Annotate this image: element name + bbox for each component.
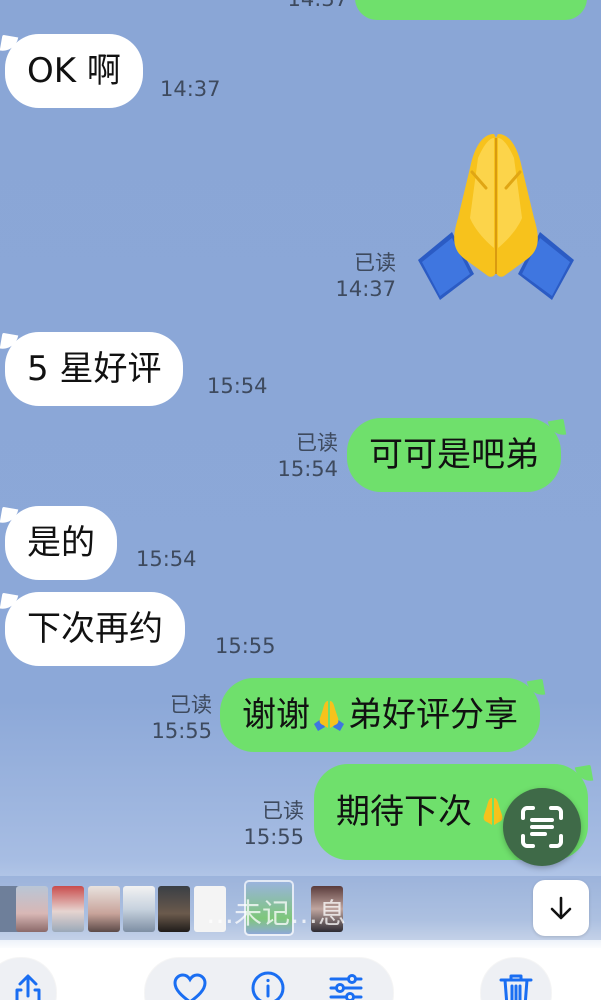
message-bubble-incoming[interactable]: 是的 (5, 506, 117, 580)
live-text-scan-icon (521, 806, 563, 848)
thumbnail-strip[interactable]: …未记…息 (0, 876, 601, 940)
adjust-button[interactable] (326, 968, 366, 1000)
time-label: 15:54 (207, 374, 268, 398)
time-label: 14:37 (268, 0, 348, 12)
message-text: 下次再约 (27, 609, 163, 649)
read-receipt: 已读 (262, 799, 304, 823)
thumbnail[interactable] (123, 886, 155, 932)
message-meta: 已读 15:54 (250, 430, 338, 482)
time-label: 15:55 (243, 825, 304, 849)
read-receipt: 已读 (296, 431, 338, 455)
message-text: 可可是吧弟 (369, 435, 539, 475)
time-label: 14:37 (160, 77, 221, 101)
info-icon (251, 971, 285, 1000)
message-text-start: 谢谢 (242, 695, 310, 735)
delete-button[interactable] (481, 958, 551, 1000)
thumbnail-overlay-text: …未记…息 (206, 897, 347, 930)
arrow-down-icon (550, 896, 572, 920)
sliders-icon (329, 974, 363, 1000)
thumbnail[interactable] (52, 886, 84, 932)
message-text: 期待下次 (336, 792, 472, 832)
message-meta: 已读 14:37 (300, 250, 396, 302)
read-receipt: 已读 (354, 251, 396, 275)
info-button[interactable] (248, 968, 288, 1000)
message-bubble-outgoing[interactable]: 可可是吧弟 (347, 418, 561, 492)
message-time: 14:37 (160, 76, 221, 102)
message-time: 15:54 (207, 373, 268, 399)
message-bubble-outgoing[interactable]: 谢谢 弟好评分享 (220, 678, 540, 752)
time-label: 14:37 (335, 277, 396, 301)
message-time: 15:54 (136, 546, 197, 572)
message-text: 是的 (27, 523, 95, 563)
bottom-toolbar (0, 948, 601, 1000)
message-text: OK 啊 (27, 51, 121, 91)
time-label: 15:54 (136, 547, 197, 571)
time-label: 15:55 (151, 719, 212, 743)
message-text: 5 星好评 (27, 349, 162, 389)
time-label: 15:54 (277, 457, 338, 481)
chat-area: 14:37 OK 啊 14:37 已读 14:37 5 星好评 15:54 (0, 0, 601, 880)
message-time: 14:37 (268, 0, 348, 12)
thumbnail[interactable] (88, 886, 120, 932)
message-bubble-incoming[interactable]: 5 星好评 (5, 332, 184, 406)
heart-icon (173, 973, 207, 1000)
message-bubble-outgoing[interactable] (355, 0, 587, 20)
message-text-end: 弟好评分享 (348, 695, 518, 735)
read-receipt: 已读 (170, 693, 212, 717)
message-meta: 已读 15:55 (222, 798, 304, 850)
folded-hands-icon (314, 701, 344, 731)
thumbnail[interactable] (16, 886, 48, 932)
message-bubble-incoming[interactable]: OK 啊 (5, 34, 143, 108)
share-button[interactable] (0, 958, 56, 1000)
favorite-button[interactable] (170, 968, 210, 1000)
trash-icon (499, 974, 533, 1000)
share-icon (15, 974, 41, 1000)
scroll-down-button[interactable] (533, 880, 589, 936)
message-bubble-incoming[interactable]: 下次再约 (5, 592, 185, 666)
time-label: 15:55 (215, 634, 276, 658)
live-text-scan-button[interactable] (503, 788, 581, 866)
thumbnail[interactable] (158, 886, 190, 932)
folded-hands-icon[interactable] (412, 128, 580, 308)
message-time: 15:55 (215, 633, 276, 659)
message-meta: 已读 15:55 (130, 692, 212, 744)
